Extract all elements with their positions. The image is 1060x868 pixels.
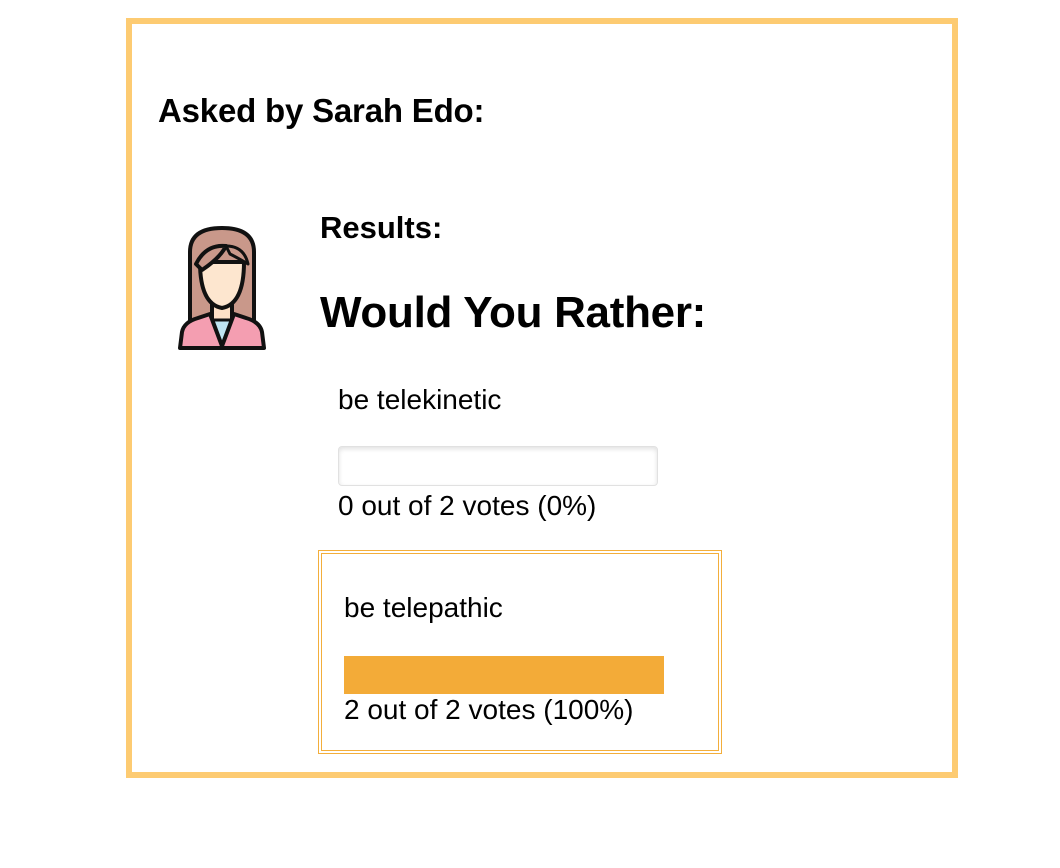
results-label: Results:	[320, 210, 443, 245]
progress-bar	[344, 656, 664, 694]
asked-by-heading: Asked by Sarah Edo:	[158, 92, 485, 129]
option-text: be telepathic	[344, 592, 503, 623]
progress-bar-fill	[344, 656, 664, 694]
question-card: Asked by Sarah Edo: Results: Would You R…	[126, 18, 958, 778]
vote-count: 0 out of 2 votes (0%)	[338, 490, 597, 521]
option-result-2-selected: be telepathic 2 out of 2 votes (100%)	[318, 550, 722, 754]
woman-avatar-icon	[178, 226, 266, 350]
progress-bar	[338, 446, 658, 486]
avatar	[172, 224, 272, 350]
option-result-1: be telekinetic 0 out of 2 votes (0%)	[338, 384, 668, 522]
option-text: be telekinetic	[338, 384, 502, 415]
vote-count: 2 out of 2 votes (100%)	[344, 694, 634, 725]
would-you-rather-heading: Would You Rather:	[320, 288, 707, 337]
